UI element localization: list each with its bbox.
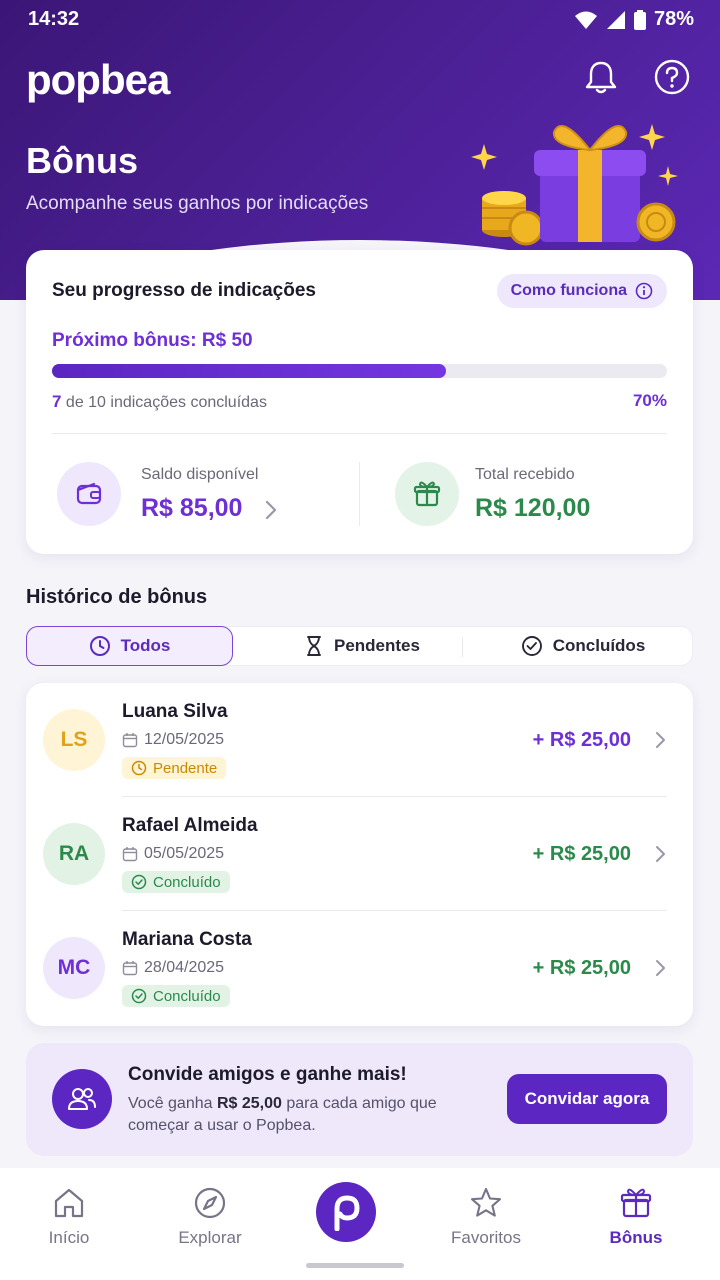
- star-icon: [470, 1187, 502, 1217]
- nav-item-inicio[interactable]: Início: [14, 1186, 124, 1248]
- avatar: MC: [43, 937, 105, 999]
- compass-icon: [194, 1187, 226, 1219]
- calendar-icon: [122, 847, 138, 862]
- users-icon-circle: [52, 1069, 112, 1129]
- check-circle-icon: [131, 988, 147, 1004]
- check-circle-icon: [521, 636, 542, 656]
- calendar-icon: [122, 961, 138, 976]
- list-item[interactable]: RA Rafael Almeida 05/05/2025 Concluído +…: [26, 797, 693, 911]
- chevron-right-icon: [656, 846, 665, 862]
- how-it-works-button[interactable]: Como funciona: [496, 274, 667, 308]
- wallet-icon: [76, 482, 102, 505]
- referral-count: 7 de 10 indicações concluídas: [52, 392, 267, 411]
- page-subtitle: Acompanhe seus ganhos por indicações: [26, 193, 369, 214]
- referral-date: 28/04/2025: [122, 959, 224, 977]
- nav-center-button[interactable]: [316, 1182, 376, 1242]
- how-it-works-label: Como funciona: [510, 282, 627, 299]
- bell-icon[interactable]: [582, 58, 620, 96]
- referral-date: 05/05/2025: [122, 845, 224, 863]
- hourglass-icon: [307, 636, 321, 656]
- status-badge: Pendente: [122, 757, 227, 779]
- balance-value[interactable]: R$ 85,00: [141, 494, 242, 523]
- balance-label: Saldo disponível: [141, 466, 259, 483]
- wifi-icon: [574, 11, 597, 29]
- bonus-amount: + R$ 25,00: [532, 843, 631, 865]
- avatar: RA: [43, 823, 105, 885]
- nav-item-explorar[interactable]: Explorar: [155, 1186, 265, 1248]
- nav-item-bonus[interactable]: Bônus: [581, 1186, 691, 1248]
- status-time: 14:32: [28, 8, 80, 30]
- list-item[interactable]: LS Luana Silva 12/05/2025 Pendente + R$ …: [26, 683, 693, 797]
- nav-item-favoritos[interactable]: Favoritos: [431, 1186, 541, 1248]
- referral-name: Rafael Almeida: [122, 815, 258, 836]
- total-label: Total recebido: [475, 466, 575, 483]
- signal-icon: [606, 10, 625, 29]
- tab-pendentes[interactable]: Pendentes: [257, 626, 467, 666]
- calendar-icon: [122, 733, 138, 748]
- gift-icon: [620, 1188, 652, 1218]
- referral-name: Luana Silva: [122, 701, 228, 722]
- battery-icon: [633, 9, 646, 30]
- tab-todos[interactable]: Todos: [26, 626, 233, 666]
- referral-name: Mariana Costa: [122, 929, 252, 950]
- referral-date: 12/05/2025: [122, 731, 224, 749]
- progress-bar-fill: [52, 364, 446, 378]
- page-title: Bônus: [26, 140, 138, 181]
- app-logo: popbea: [26, 56, 170, 103]
- history-filter-tabs: Todos Pendentes Concluídos: [26, 626, 693, 666]
- bonus-amount: + R$ 25,00: [532, 729, 631, 751]
- invite-now-button[interactable]: Convidar agora: [507, 1074, 667, 1124]
- bonus-history-list: LS Luana Silva 12/05/2025 Pendente + R$ …: [26, 683, 693, 1026]
- invite-title: Convide amigos e ganhe mais!: [128, 1064, 407, 1085]
- progress-bar: [52, 364, 667, 378]
- avatar: LS: [43, 709, 105, 771]
- progress-percent: 70%: [632, 391, 667, 410]
- referral-progress-card: Seu progresso de indicações Como funcion…: [26, 250, 693, 554]
- gift-illustration: [471, 124, 678, 246]
- clock-icon: [131, 760, 147, 776]
- chevron-right-icon: [656, 732, 665, 748]
- gift-icon: [413, 481, 441, 507]
- total-value: R$ 120,00: [475, 494, 591, 522]
- history-title: Histórico de bônus: [26, 586, 208, 608]
- status-badge: Concluído: [122, 985, 230, 1007]
- status-badge: Concluído: [122, 871, 230, 893]
- popbea-logo-icon: [334, 1195, 360, 1231]
- home-icon: [54, 1188, 84, 1218]
- tab-pendentes-label: Pendentes: [334, 636, 420, 655]
- progress-title: Seu progresso de indicações: [52, 280, 316, 301]
- home-indicator: [306, 1263, 404, 1268]
- check-circle-icon: [131, 874, 147, 890]
- chevron-right-icon[interactable]: [264, 500, 278, 520]
- invite-description: Você ganha R$ 25,00 para cada amigo que …: [128, 1095, 437, 1134]
- next-bonus: Próximo bônus: R$ 50: [52, 330, 253, 351]
- bonus-amount: + R$ 25,00: [532, 957, 631, 979]
- users-icon: [68, 1088, 96, 1110]
- tab-todos-label: Todos: [120, 636, 171, 655]
- tab-concluidos-label: Concluídos: [552, 636, 646, 655]
- help-icon[interactable]: [653, 58, 691, 96]
- status-bar: 14:32 78%: [0, 0, 720, 40]
- chevron-right-icon: [656, 960, 665, 976]
- invite-banner: Convide amigos e ganhe mais! Você ganha …: [26, 1043, 693, 1156]
- list-item[interactable]: MC Mariana Costa 28/04/2025 Concluído + …: [26, 911, 693, 1025]
- battery-level: 78%: [653, 8, 694, 30]
- gift-icon-circle: [395, 462, 459, 526]
- info-icon: [635, 282, 653, 300]
- tab-concluidos[interactable]: Concluídos: [473, 626, 693, 666]
- wallet-icon-circle: [57, 462, 121, 526]
- clock-icon: [89, 636, 110, 656]
